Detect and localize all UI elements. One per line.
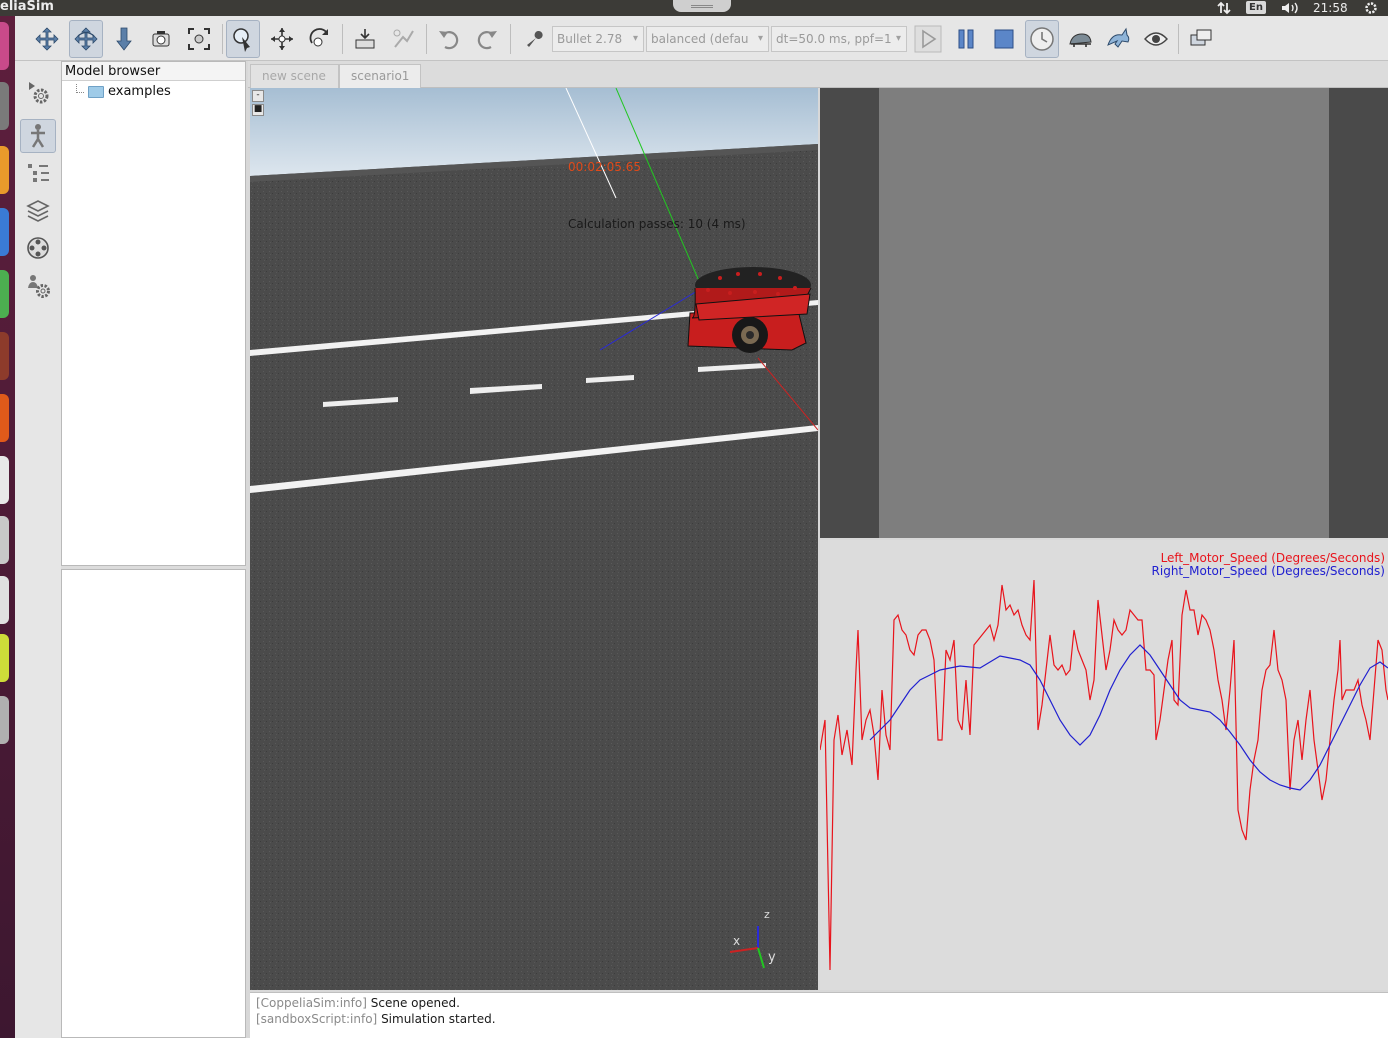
camera-pan-icon[interactable] <box>30 20 64 58</box>
status-console[interactable]: [CoppeliaSim:info] Scene opened. [sandbo… <box>250 992 1388 1038</box>
layers-icon[interactable] <box>20 194 56 228</box>
graph-plot <box>820 579 1388 971</box>
launcher-app-icon[interactable] <box>0 634 9 682</box>
slower-icon[interactable] <box>1063 20 1097 58</box>
launcher-app-icon[interactable] <box>0 208 9 256</box>
gear-icon[interactable] <box>1362 0 1380 16</box>
toolbar-separator <box>510 24 511 54</box>
visualization-toggle-icon[interactable] <box>1139 20 1173 58</box>
toolbar-separator <box>1178 24 1179 54</box>
tab-new-scene[interactable]: new scene <box>250 64 339 88</box>
launcher-app-icon[interactable] <box>0 82 9 130</box>
keyboard-layout-indicator[interactable]: En <box>1246 1 1266 14</box>
fit-to-view-icon[interactable] <box>182 20 216 58</box>
console-line: [CoppeliaSim:info] Scene opened. <box>256 995 1382 1011</box>
console-message: Simulation started. <box>377 1012 496 1026</box>
user-settings-icon[interactable] <box>20 269 56 303</box>
transfer-dna-icon[interactable] <box>386 20 420 58</box>
launcher-app-icon[interactable] <box>0 576 9 624</box>
launcher-app-icon[interactable] <box>0 394 9 442</box>
view-restore-button[interactable]: ■ <box>252 104 264 116</box>
launcher-app-icon[interactable] <box>0 516 9 564</box>
redo-icon[interactable] <box>470 20 504 58</box>
launcher-app-icon[interactable] <box>0 22 9 70</box>
model-browser-title: Model browser <box>62 62 245 81</box>
legend-right-motor: Right_Motor_Speed (Degrees/Seconds) <box>1152 565 1385 578</box>
tree-connector <box>76 84 84 93</box>
volume-icon[interactable] <box>1280 0 1302 16</box>
start-simulation-icon[interactable] <box>911 20 945 58</box>
physics-engine-select[interactable]: Bullet 2.78 <box>552 26 644 52</box>
console-source: [CoppeliaSim:info] <box>256 996 367 1010</box>
toolbar-separator <box>342 24 343 54</box>
simulation-settings-icon[interactable] <box>20 75 56 109</box>
camera-rotate-icon[interactable] <box>69 20 103 58</box>
clock[interactable]: 21:58 <box>1313 0 1348 16</box>
toolbar-separator <box>426 24 427 54</box>
vision-sensor-image <box>879 88 1329 538</box>
window-handle[interactable] <box>673 0 731 12</box>
motor-speed-graph[interactable]: Left_Motor_Speed (Degrees/Seconds) Right… <box>820 540 1388 990</box>
legend-label: Left_Motor_Speed (Degrees/Seconds) <box>1160 551 1385 565</box>
click-select-icon[interactable] <box>226 20 260 58</box>
launcher-app-icon[interactable] <box>0 332 9 380</box>
model-browser-icon[interactable] <box>20 119 56 153</box>
axis-label-y: y <box>768 950 776 965</box>
app-title: eliaSim <box>0 0 54 14</box>
system-top-bar: eliaSim En 21:58 <box>0 0 1388 16</box>
folder-icon <box>88 86 104 98</box>
assemble-icon[interactable] <box>348 20 382 58</box>
toolbar-separator <box>222 24 223 54</box>
desktop-launcher <box>0 16 15 1038</box>
side-toolbar <box>15 61 62 1038</box>
scene-hierarchy-icon[interactable] <box>20 157 56 191</box>
page-selector-icon[interactable] <box>1184 20 1218 58</box>
dynamics-engine-icon[interactable] <box>518 20 552 58</box>
faster-icon[interactable] <box>1101 20 1135 58</box>
video-recorder-icon[interactable] <box>20 231 56 265</box>
tree-item-examples[interactable]: examples <box>76 84 171 100</box>
launcher-app-icon[interactable] <box>0 696 9 744</box>
stop-simulation-icon[interactable] <box>987 20 1021 58</box>
launcher-app-icon[interactable] <box>0 456 9 504</box>
time-step-select[interactable]: dt=50.0 ms, ppf=1 <box>771 26 907 52</box>
camera-angle-icon[interactable] <box>144 20 178 58</box>
robot-body[interactable] <box>687 267 812 353</box>
scene-tab-bar: new scene scenario1 <box>248 61 1388 88</box>
tree-item-label: examples <box>108 84 171 99</box>
launcher-app-icon[interactable] <box>0 270 9 318</box>
model-thumbnails-panel <box>61 569 246 1038</box>
object-shift-icon[interactable] <box>265 20 299 58</box>
legend-label: Right_Motor_Speed (Degrees/Seconds) <box>1151 564 1385 578</box>
pause-simulation-icon[interactable] <box>949 20 983 58</box>
console-source: [sandboxScript:info] <box>256 1012 378 1026</box>
console-line: [sandboxScript:info] Simulation started. <box>256 1011 1382 1027</box>
axis-label-x: x <box>733 934 741 948</box>
network-arrows-icon[interactable] <box>1216 0 1232 16</box>
model-browser-panel: Model browser examples <box>61 61 246 566</box>
calculation-passes-label: Calculation passes: 10 (4 ms) <box>568 217 746 231</box>
object-rotate-icon[interactable] <box>303 20 337 58</box>
engine-settings-select[interactable]: balanced (defau <box>646 26 769 52</box>
graph-line-right-motor <box>869 644 1388 791</box>
undo-icon[interactable] <box>432 20 466 58</box>
view-minimize-button[interactable]: - <box>252 90 264 102</box>
scene-3d-view[interactable]: - ■ 00:02:05.65 Calculation passes: 10 (… <box>250 88 818 990</box>
axis-label-z: z <box>764 908 770 921</box>
camera-shift-icon[interactable] <box>107 20 141 58</box>
launcher-app-icon[interactable] <box>0 146 9 194</box>
main-toolbar: Bullet 2.78 balanced (defau dt=50.0 ms, … <box>15 16 1388 61</box>
simulation-time: 00:02:05.65 <box>568 160 641 174</box>
realtime-mode-icon[interactable] <box>1025 20 1059 58</box>
graph-line-left-motor <box>820 579 1388 971</box>
vision-sensor-view[interactable] <box>820 88 1388 538</box>
tab-scenario1[interactable]: scenario1 <box>339 64 421 88</box>
console-message: Scene opened. <box>366 996 460 1010</box>
